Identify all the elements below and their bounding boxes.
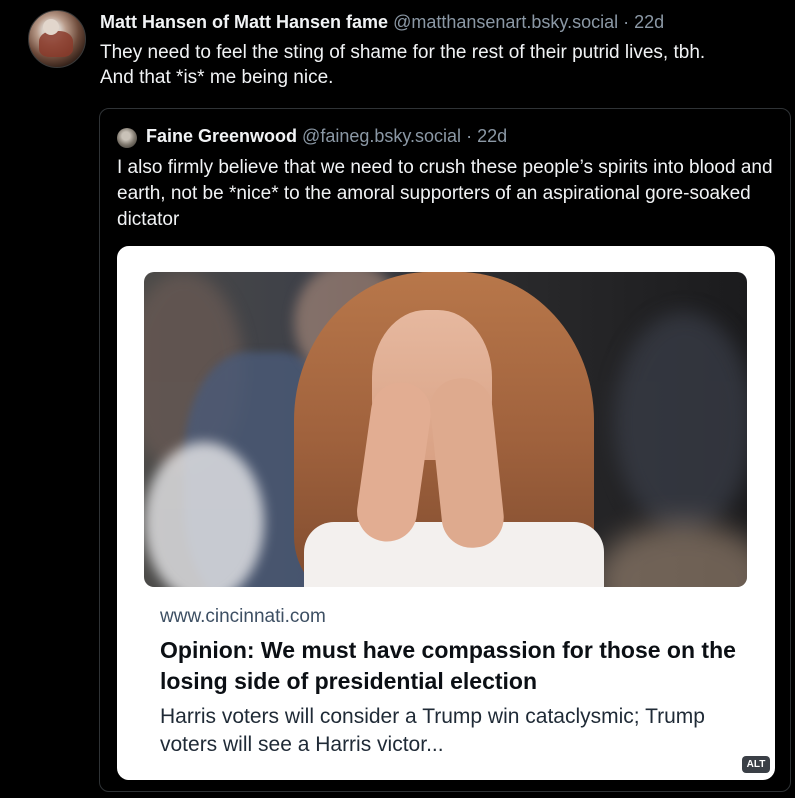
avatar-figure — [39, 31, 73, 57]
quoted-author-avatar[interactable] — [117, 128, 137, 148]
author-handle[interactable]: @matthansenart.bsky.social — [393, 12, 618, 32]
quoted-post-timestamp[interactable]: 22d — [477, 126, 507, 146]
alt-text-badge[interactable]: ALT — [742, 756, 770, 773]
quoted-meta-separator: · — [466, 126, 478, 146]
post-text: They need to feel the sting of shame for… — [100, 40, 790, 90]
post-timestamp[interactable]: 22d — [634, 12, 664, 32]
link-card-description: Harris voters will consider a Trump win … — [160, 705, 705, 756]
post-header: Matt Hansen of Matt Hansen fame @matthan… — [100, 12, 664, 33]
quoted-post-text: I also firmly believe that we need to cr… — [117, 157, 773, 230]
image-bg-shape — [594, 522, 747, 587]
post[interactable]: Matt Hansen of Matt Hansen fame @matthan… — [0, 0, 795, 798]
quoted-post-header: Faine Greenwood @faineg.bsky.social · 22… — [146, 126, 507, 147]
link-card-image[interactable] — [144, 272, 747, 587]
quoted-author-handle[interactable]: @faineg.bsky.social — [302, 126, 461, 146]
link-card-domain: www.cincinnati.com — [160, 606, 326, 627]
post-text-line-1: They need to feel the sting of shame for… — [100, 42, 706, 63]
author-avatar[interactable] — [28, 10, 86, 68]
quoted-author-name[interactable]: Faine Greenwood — [146, 126, 297, 146]
link-card-title[interactable]: Opinion: We must have compassion for tho… — [160, 635, 740, 697]
post-text-line-2: And that *is* me being nice. — [100, 67, 334, 88]
meta-separator: · — [623, 12, 635, 32]
image-bg-shape — [614, 312, 747, 532]
avatar-head — [43, 19, 59, 35]
link-card[interactable]: www.cincinnati.com Opinion: We must have… — [117, 246, 775, 780]
author-name[interactable]: Matt Hansen of Matt Hansen fame — [100, 12, 388, 32]
quoted-post[interactable]: Faine Greenwood @faineg.bsky.social · 22… — [99, 108, 791, 792]
